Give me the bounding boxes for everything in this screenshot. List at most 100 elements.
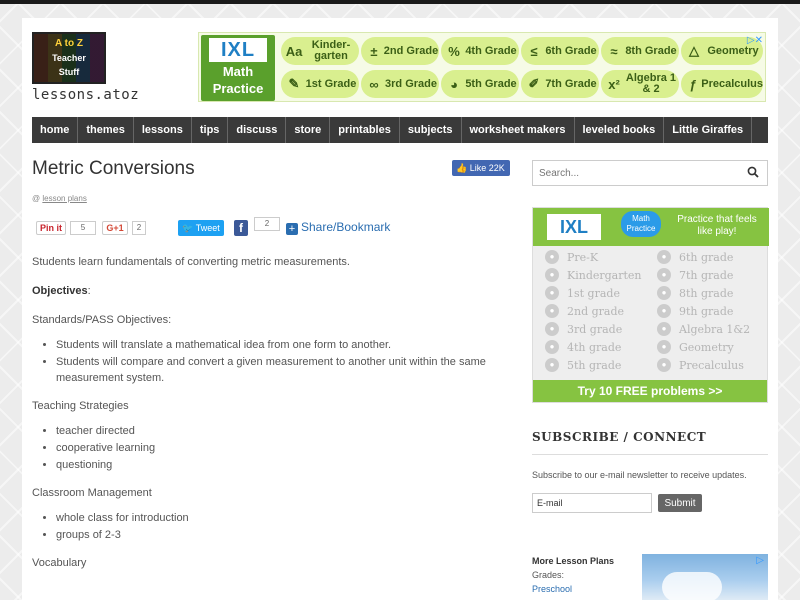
side-grade-algebra[interactable]: ● Algebra 1&2 <box>657 322 750 336</box>
breadcrumb-lesson-plans[interactable]: lesson plans <box>42 194 86 203</box>
list-item: whole class for introduction <box>56 510 502 526</box>
banner-pill-kindergarten[interactable]: Aa Kinder-garten <box>281 37 359 65</box>
nav-themes[interactable]: themes <box>78 117 134 143</box>
ixl-banner-ad[interactable]: IXL Math Practice Aa Kinder-garten ± 2nd… <box>198 32 766 102</box>
list-item: teacher directed <box>56 423 502 439</box>
nav-home[interactable]: home <box>32 117 79 143</box>
share-bar: Pin it 5 G+1 2 🐦 Tweet f 2 + Share/Bookma… <box>36 217 416 237</box>
side-grade-precalculus[interactable]: ● Precalculus <box>657 358 744 372</box>
ixl-side-header: IXL Math Practice Practice that feels li… <box>533 208 769 246</box>
banner-pill-1st-grade[interactable]: ✎ 1st Grade <box>281 70 359 98</box>
side-grade-4th[interactable]: ● 4th grade <box>545 340 621 354</box>
grade-icon: ● <box>657 340 671 354</box>
like-count: Like 22K <box>469 163 505 173</box>
side-grade-pre-k[interactable]: ● Pre-K <box>545 250 598 264</box>
side-grade-7th[interactable]: ● 7th grade <box>657 268 733 282</box>
plus-icon: + <box>286 223 298 235</box>
side-grade-kindergarten[interactable]: ● Kindergarten <box>545 268 642 282</box>
site-logo[interactable]: A to Z Teacher Stuff lessons.atoz <box>32 32 140 118</box>
share-bookmark-link[interactable]: + Share/Bookmark <box>286 220 390 235</box>
cloud-shape <box>662 572 722 600</box>
nav-leveled-books[interactable]: leveled books <box>575 117 665 143</box>
banner-pill-3rd-grade[interactable]: ∞ 3rd Grade <box>361 70 439 98</box>
ixl-logo: IXL <box>209 38 267 62</box>
submit-button[interactable]: Submit <box>658 494 702 512</box>
grades-label: Grades: <box>532 570 565 580</box>
gplus-count: 2 <box>132 221 146 235</box>
grade-icon: ● <box>657 268 671 282</box>
function-icon: ƒ <box>689 76 697 92</box>
banner-pill-7th-grade[interactable]: ✐ 7th Grade <box>521 70 599 98</box>
infinity-icon: ∞ <box>369 76 379 92</box>
banner-pill-2nd-grade[interactable]: ± 2nd Grade <box>361 37 439 65</box>
side-grade-8th[interactable]: ● 8th grade <box>657 286 733 300</box>
facebook-like-button[interactable]: 👍 Like 22K <box>452 160 510 176</box>
ixl-subtitle-math: Math <box>222 64 254 79</box>
grade-icon: ● <box>545 268 559 282</box>
breadcrumb-prefix: @ <box>32 194 41 203</box>
email-field[interactable] <box>532 493 652 513</box>
logo-text: lessons.atoz <box>32 87 140 103</box>
side-grade-5th[interactable]: ● 5th grade <box>545 358 621 372</box>
page-title: Metric Conversions <box>32 158 195 179</box>
nav-lessons[interactable]: lessons <box>134 117 192 143</box>
vocabulary-heading: Vocabulary <box>32 557 87 569</box>
adchoices-close-icon[interactable]: ▷✕ <box>747 35 763 46</box>
ixl-tagline: Practice that feels like play! <box>677 214 757 237</box>
nav-store[interactable]: store <box>286 117 331 143</box>
fb-share-count: 2 <box>254 217 280 231</box>
nav-printables[interactable]: printables <box>330 117 400 143</box>
google-plus-button[interactable]: G+1 <box>102 221 128 235</box>
side-grade-3rd[interactable]: ● 3rd grade <box>545 322 622 336</box>
x-squared-icon: x² <box>608 76 620 92</box>
management-heading: Classroom Management <box>32 487 152 499</box>
grade-icon: ● <box>657 358 671 372</box>
side-grade-1st[interactable]: ● 1st grade <box>545 286 620 300</box>
logo-badge: A to Z Teacher Stuff <box>32 32 106 84</box>
banner-pill-algebra[interactable]: x² Algebra 1 & 2 <box>601 70 679 98</box>
sky-ad-image[interactable]: ▷ <box>642 554 768 600</box>
ixl-math-tile[interactable]: IXL Math Practice <box>201 35 275 101</box>
apple-icon: ◕ <box>450 76 458 92</box>
side-grade-geometry[interactable]: ● Geometry <box>657 340 734 354</box>
search-icon[interactable] <box>747 166 759 178</box>
nav-discuss[interactable]: discuss <box>228 117 287 143</box>
subscribe-description: Subscribe to our e-mail newsletter to re… <box>532 470 747 480</box>
divider <box>532 454 768 455</box>
banner-pill-5th-grade[interactable]: ◕ 5th Grade <box>441 70 519 98</box>
triangle-icon: △ <box>689 43 699 58</box>
banner-pill-8th-grade[interactable]: ≈ 8th Grade <box>601 37 679 65</box>
side-grade-6th[interactable]: ● 6th grade <box>657 250 733 264</box>
page-container: A to Z Teacher Stuff lessons.atoz IXL Ma… <box>22 18 778 600</box>
thumbs-up-icon: 👍 <box>456 163 468 173</box>
side-grade-9th[interactable]: ● 9th grade <box>657 304 733 318</box>
banner-pill-6th-grade[interactable]: ≤ 6th Grade <box>521 37 599 65</box>
ixl-sidebar-ad[interactable]: IXL Math Practice Practice that feels li… <box>532 207 769 403</box>
nav-little-giraffes[interactable]: Little Giraffes <box>664 117 753 143</box>
nav-subjects[interactable]: subjects <box>400 117 462 143</box>
grade-icon: ● <box>657 322 671 336</box>
banner-pill-precalculus[interactable]: ƒ Precalculus <box>681 70 763 98</box>
grade-icon: ● <box>545 286 559 300</box>
search-box <box>532 160 768 186</box>
grade-icon: ● <box>545 304 559 318</box>
tweet-button[interactable]: 🐦 Tweet <box>178 220 224 236</box>
search-input[interactable] <box>533 161 733 185</box>
standards-heading: Standards/PASS Objectives: <box>32 314 172 326</box>
lesson-intro: Students learn fundamentals of convertin… <box>32 256 350 268</box>
try-free-problems-button[interactable]: Try 10 FREE problems >> <box>533 380 767 402</box>
banner-pill-4th-grade[interactable]: % 4th Grade <box>441 37 519 65</box>
side-grade-2nd[interactable]: ● 2nd grade <box>545 304 624 318</box>
ixl-subtitle-practice: Practice <box>212 81 264 96</box>
nav-worksheet-makers[interactable]: worksheet makers <box>462 117 575 143</box>
grade-icon: ● <box>545 340 559 354</box>
logo-line-1: A to Z <box>55 38 83 49</box>
nav-tips[interactable]: tips <box>192 117 229 143</box>
facebook-share-icon[interactable]: f <box>234 220 248 236</box>
preschool-link[interactable]: Preschool <box>532 584 572 594</box>
subscribe-heading: SUBSCRIBE / CONNECT <box>532 430 707 444</box>
top-bar <box>0 0 800 4</box>
adchoices-icon[interactable]: ▷ <box>756 555 764 566</box>
pinterest-button[interactable]: Pin it <box>36 221 66 235</box>
percent-icon: % <box>448 43 460 59</box>
